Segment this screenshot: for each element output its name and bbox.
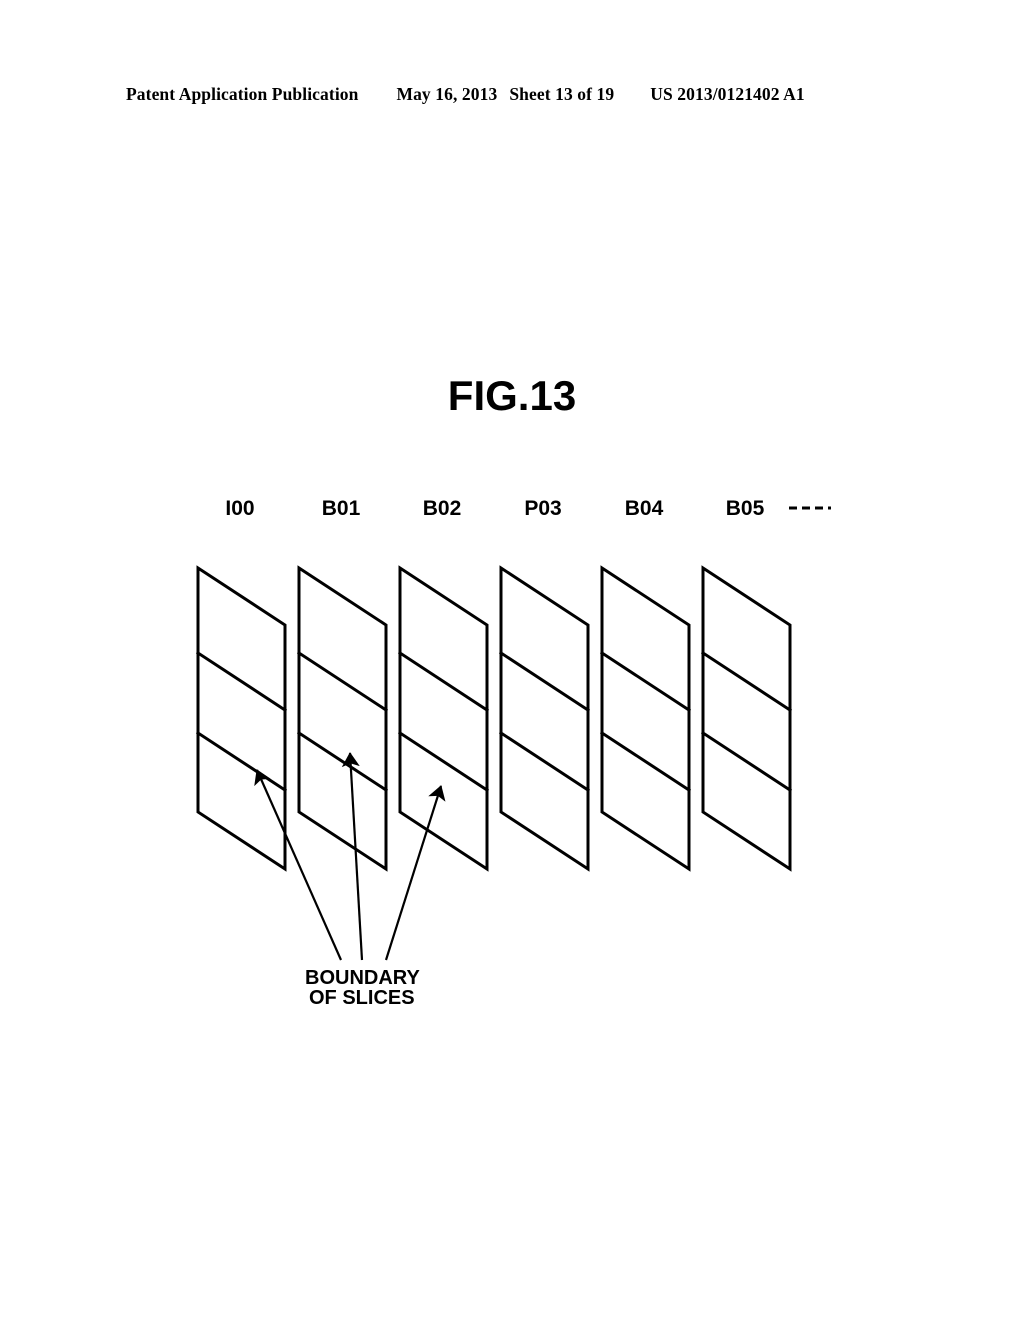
leader-arrow-b01 — [341, 752, 364, 961]
picture-frame-b01 — [296, 565, 389, 872]
slice-boundary-line — [498, 650, 591, 713]
picture-frames-group — [195, 565, 793, 872]
frame-label-b01: B01 — [322, 497, 361, 520]
slice-boundary-line — [296, 730, 389, 793]
slice-boundary-line — [599, 730, 692, 793]
frame-label-row: I00 B01 B02 P03 B04 B05 — [225, 497, 764, 520]
picture-frame-b04 — [599, 565, 692, 872]
picture-frame-p03 — [498, 565, 591, 872]
diagram-svg: I00 B01 B02 P03 B04 B05 BOUNDARY OF SLIC… — [195, 497, 831, 1009]
frame-label-p03: P03 — [524, 497, 561, 520]
frame-label-b04: B04 — [625, 497, 664, 520]
frame-outline — [701, 565, 792, 872]
frame-outline — [297, 565, 388, 872]
frame-outline — [398, 565, 489, 872]
slice-boundary-line — [195, 650, 288, 713]
figure-diagram: I00 B01 B02 P03 B04 B05 BOUNDARY OF SLIC… — [0, 0, 1024, 1320]
leader-arrow-b02 — [384, 785, 446, 961]
boundary-annotation-line1: BOUNDARY — [305, 967, 420, 989]
frame-label-b02: B02 — [423, 497, 462, 520]
frame-outline — [196, 565, 287, 872]
frame-outline — [499, 565, 590, 872]
patent-page: Patent Application Publication May 16, 2… — [0, 0, 1024, 1320]
frame-label-i00: I00 — [225, 497, 254, 520]
frame-label-b05: B05 — [726, 497, 765, 520]
slice-boundary-line — [397, 650, 490, 713]
boundary-annotation: BOUNDARY OF SLICES — [305, 967, 420, 1009]
slice-boundary-line — [599, 650, 692, 713]
frame-outline — [600, 565, 691, 872]
picture-frame-i00 — [195, 565, 288, 872]
slice-boundary-line — [397, 730, 490, 793]
slice-boundary-line — [498, 730, 591, 793]
slice-boundary-line — [700, 650, 793, 713]
boundary-annotation-line2: OF SLICES — [309, 987, 415, 1009]
picture-frame-b02 — [397, 565, 490, 872]
slice-boundary-line — [195, 730, 288, 793]
picture-frame-b05 — [700, 565, 793, 872]
slice-boundary-line — [700, 730, 793, 793]
slice-boundary-line — [296, 650, 389, 713]
